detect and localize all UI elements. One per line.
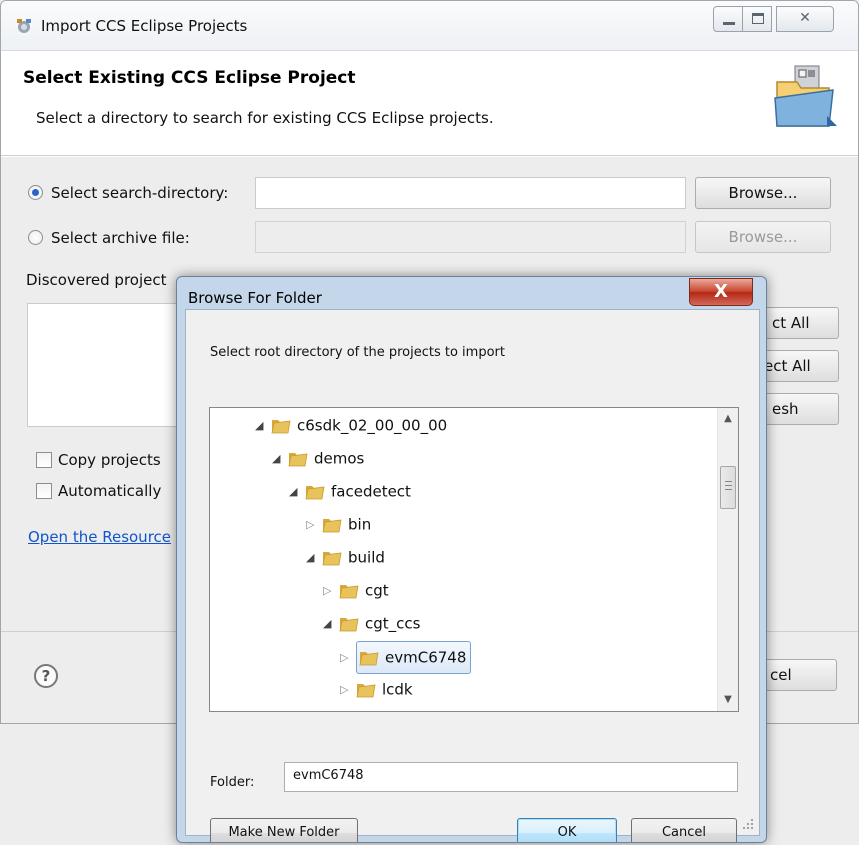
wizard-header: Select Existing CCS Eclipse Project Sele…	[1, 52, 858, 156]
close-icon: X	[714, 281, 728, 302]
ok-button[interactable]: OK	[517, 818, 617, 842]
tree-item-label: cgt	[365, 581, 389, 600]
open-resource-link[interactable]: Open the Resource	[28, 528, 171, 546]
auto-option-checkbox[interactable]	[36, 483, 52, 499]
discovered-projects-label: Discovered project	[26, 271, 167, 289]
expanded-arrow-icon[interactable]: ◢	[306, 543, 322, 573]
dialog-message: Select root directory of the projects to…	[210, 345, 505, 360]
select-all-label: ct All	[772, 314, 810, 332]
scroll-down-icon[interactable]: ▼	[718, 691, 738, 709]
browse-for-folder-dialog: Browse For Folder X Select root director…	[176, 276, 767, 843]
tree-item[interactable]: ▷ evmC6748	[340, 641, 472, 674]
make-new-folder-button[interactable]: Make New Folder	[210, 818, 358, 842]
tree-item[interactable]: ▷ bin	[306, 509, 371, 539]
tree-item[interactable]: ▷ lcdk	[340, 674, 413, 704]
tree-item-content: lcdk	[356, 680, 413, 699]
dialog-body: Select root directory of the projects to…	[185, 309, 760, 842]
help-icon[interactable]: ?	[34, 664, 58, 688]
folder-icon	[322, 551, 342, 565]
folder-icon	[271, 419, 291, 433]
dialog-title: Browse For Folder	[188, 289, 322, 307]
auto-option-label: Automatically	[58, 482, 162, 500]
tree-item-label: bin	[348, 515, 372, 534]
tree-item-label: lcdk	[382, 680, 413, 699]
tree-item-content: c6sdk_02_00_00_00	[271, 416, 448, 435]
folder-icon	[322, 518, 342, 532]
minimize-button[interactable]	[713, 6, 743, 32]
search-directory-input[interactable]	[255, 177, 686, 209]
tree-item-content: facedetect	[305, 482, 411, 501]
tree-item[interactable]: ◢ cgt_ccs	[323, 608, 420, 638]
tree-item[interactable]: ▷ cgt	[323, 575, 389, 605]
scroll-up-icon[interactable]: ▲	[718, 410, 738, 428]
expanded-arrow-icon[interactable]: ◢	[272, 444, 288, 474]
tree-item-content: bin	[322, 515, 372, 534]
close-button[interactable]: ✕	[776, 6, 834, 32]
tree-item-label: demos	[314, 449, 365, 468]
minimize-icon	[723, 22, 735, 25]
tree-item-label: evmC6748	[385, 648, 467, 667]
dialog-cancel-button[interactable]: Cancel	[631, 818, 737, 842]
expanded-arrow-icon[interactable]: ◢	[255, 411, 271, 441]
tree-item-content: evmC6748	[356, 641, 472, 674]
folder-input[interactable]: evmC6748	[284, 762, 738, 792]
tree-item-content: build	[322, 548, 385, 567]
close-icon: ✕	[799, 10, 811, 26]
deselect-all-label: ect All	[764, 357, 811, 375]
resize-grip-icon[interactable]	[742, 818, 754, 830]
tree-item[interactable]: ◢ demos	[272, 443, 364, 473]
folder-label: Folder:	[210, 775, 255, 790]
tree-item-content: demos	[288, 449, 365, 468]
collapsed-arrow-icon[interactable]: ▷	[306, 510, 322, 540]
search-directory-radio[interactable]	[28, 185, 43, 200]
search-directory-label: Select search-directory:	[51, 184, 229, 202]
page-title: Select Existing CCS Eclipse Project	[23, 68, 356, 88]
refresh-label: esh	[772, 400, 799, 418]
collapsed-arrow-icon[interactable]: ▷	[323, 576, 339, 606]
collapsed-arrow-icon[interactable]: ▷	[340, 675, 356, 705]
tree-item[interactable]: ◢ c6sdk_02_00_00_00	[255, 410, 447, 440]
expanded-arrow-icon[interactable]: ◢	[289, 477, 305, 507]
app-icon	[17, 19, 31, 33]
dialog-close-button[interactable]: X	[689, 278, 753, 306]
page-description: Select a directory to search for existin…	[36, 109, 494, 127]
tree-item-content: cgt	[339, 581, 389, 600]
tree-item-label: facedetect	[331, 482, 411, 501]
tree-item-content: cgt_ccs	[339, 614, 421, 633]
archive-file-radio[interactable]	[28, 230, 43, 245]
import-folder-icon	[774, 65, 837, 127]
tree-scrollbar[interactable]: ▲ ▼	[717, 408, 738, 711]
scroll-thumb[interactable]	[720, 466, 736, 509]
folder-icon	[288, 452, 308, 466]
maximize-button[interactable]	[742, 6, 772, 32]
tree-item-label: build	[348, 548, 385, 567]
folder-icon	[339, 617, 359, 631]
discovered-projects-list[interactable]	[27, 303, 187, 427]
title-bar[interactable]: Import CCS Eclipse Projects ✕	[1, 1, 858, 51]
copy-projects-label: Copy projects	[58, 451, 161, 469]
cancel-label: cel	[770, 666, 792, 684]
browse-button[interactable]: Browse...	[695, 177, 831, 209]
maximize-icon	[752, 13, 764, 24]
tree-item[interactable]: ◢ build	[306, 542, 385, 572]
folder-icon	[305, 485, 325, 499]
expanded-arrow-icon[interactable]: ◢	[323, 609, 339, 639]
folder-tree[interactable]: ◢ c6sdk_02_00_00_00 ◢ demos ◢ facedetect ▷ bin ◢…	[209, 407, 739, 712]
folder-icon	[359, 651, 379, 665]
browse-archive-button: Browse...	[695, 221, 831, 253]
collapsed-arrow-icon[interactable]: ▷	[340, 643, 356, 673]
archive-file-label: Select archive file:	[51, 229, 190, 247]
grip-icon	[725, 481, 732, 490]
tree-item-label: c6sdk_02_00_00_00	[297, 416, 448, 435]
folder-icon	[356, 683, 376, 697]
archive-file-input	[255, 221, 686, 253]
folder-icon	[339, 584, 359, 598]
copy-projects-checkbox[interactable]	[36, 452, 52, 468]
window-title: Import CCS Eclipse Projects	[41, 17, 248, 35]
tree-item-label: cgt_ccs	[365, 614, 421, 633]
tree-item[interactable]: ◢ facedetect	[289, 476, 411, 506]
